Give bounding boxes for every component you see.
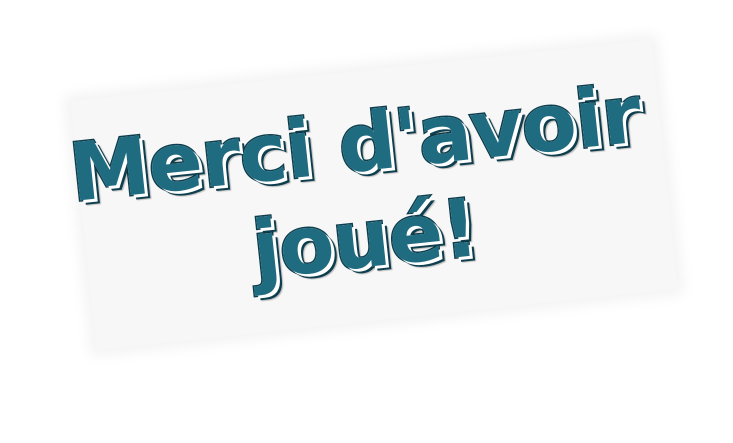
thank-you-screen: Merci d'avoir joué! [0,0,733,443]
